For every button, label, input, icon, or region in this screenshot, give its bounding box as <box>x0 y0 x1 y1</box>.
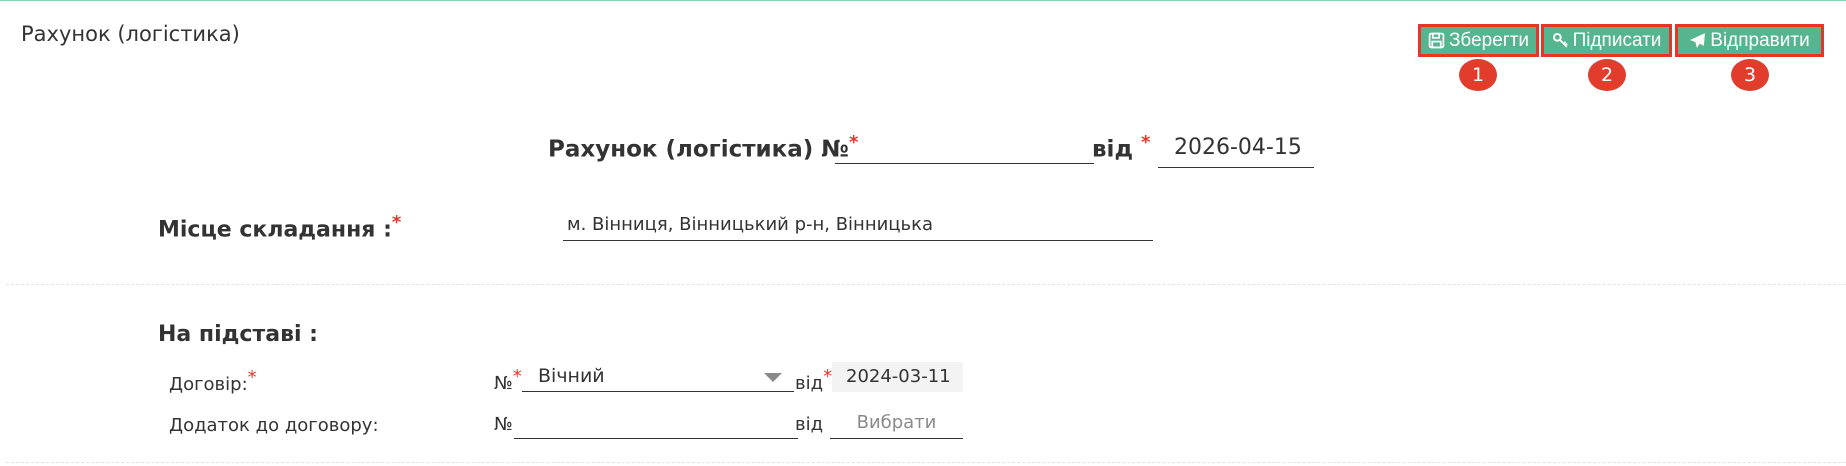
send-button[interactable]: Відправити <box>1675 24 1824 57</box>
contract-select[interactable]: Вічний <box>522 362 794 392</box>
document-heading: Рахунок (логістика) №* <box>548 132 858 163</box>
save-button-label: Зберегти <box>1448 29 1530 51</box>
floppy-disk-icon <box>1428 32 1445 49</box>
section-divider <box>6 462 1846 463</box>
contract-date-label: від* <box>795 366 832 394</box>
save-button[interactable]: Зберегти <box>1418 24 1539 57</box>
document-date-label: від * <box>1092 132 1150 163</box>
document-number-input[interactable] <box>835 138 1094 164</box>
addendum-date-picker[interactable]: Вибрати <box>830 410 963 439</box>
addendum-label: Додаток до договору: <box>169 415 379 436</box>
basis-heading: На підставі : <box>158 322 318 347</box>
required-mark: * <box>823 366 833 387</box>
section-divider <box>6 284 1846 285</box>
step-badge-2: 2 <box>1588 59 1626 91</box>
step-badge-3: 3 <box>1731 59 1769 91</box>
top-accent-line <box>0 0 1846 1</box>
contract-date-input[interactable]: 2024-03-11 <box>832 362 963 392</box>
page-title: Рахунок (логістика) <box>21 22 240 46</box>
key-icon <box>1552 32 1568 48</box>
contract-select-value: Вічний <box>538 365 605 387</box>
required-mark: * <box>512 366 522 387</box>
addendum-date-label: від <box>795 414 824 435</box>
required-mark: * <box>391 212 402 233</box>
paper-plane-icon <box>1690 33 1706 48</box>
sign-button[interactable]: Підписати <box>1541 24 1672 57</box>
send-button-label: Відправити <box>1710 29 1810 51</box>
document-date-input[interactable]: 2026-04-15 <box>1158 133 1314 168</box>
required-mark: * <box>1141 132 1151 153</box>
sign-button-label: Підписати <box>1572 29 1662 51</box>
required-mark: * <box>247 367 257 388</box>
place-label-text: Місце складання : <box>158 217 392 243</box>
document-heading-label: Рахунок (логістика) № <box>548 136 849 163</box>
step-badge-1: 1 <box>1459 59 1497 91</box>
addendum-number-input[interactable] <box>514 410 798 439</box>
contract-label: Договір:* <box>169 367 257 395</box>
place-label: Місце складання :* <box>158 212 401 242</box>
caret-down-icon[interactable] <box>764 373 782 382</box>
contract-number-prefix-text: № <box>494 373 513 394</box>
document-date-label-text: від <box>1092 136 1134 163</box>
contract-label-text: Договір: <box>169 374 248 395</box>
contract-date-label-text: від <box>795 373 824 394</box>
place-input[interactable]: м. Вінниця, Вінницький р-н, Вінницька <box>563 212 1153 241</box>
addendum-number-prefix: № <box>494 414 513 435</box>
contract-number-prefix: №* <box>494 366 522 394</box>
